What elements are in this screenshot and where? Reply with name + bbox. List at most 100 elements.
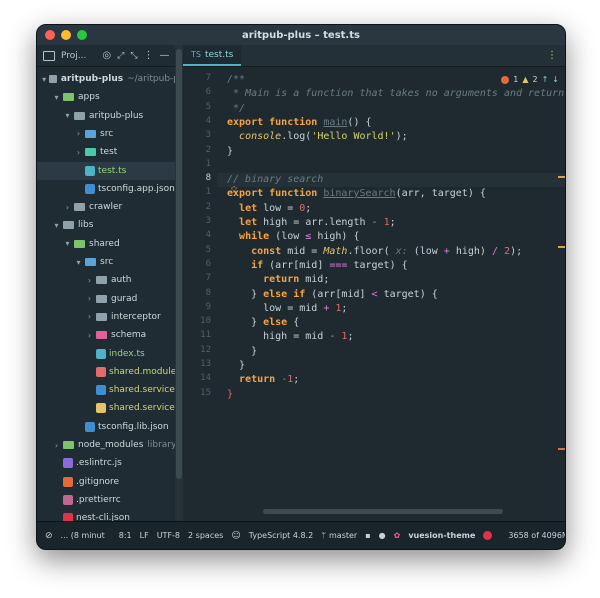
code-line[interactable]: const mid = Math.floor( x: (low + high) … [227,245,522,259]
code-line[interactable]: let low = 0; [227,202,311,216]
collapse-icon[interactable]: ⤡ [130,51,137,61]
warning-mark[interactable] [558,246,565,248]
tab-test-ts[interactable]: TS test.ts [183,45,242,66]
chevron-right-icon[interactable]: › [52,441,61,450]
line-number[interactable]: 3 [187,130,211,140]
project-scrollbar-thumb[interactable] [176,49,182,479]
code-line[interactable]: /** [227,73,245,87]
line-number[interactable]: 2 [187,202,211,212]
memory-indicator[interactable]: 3658 of 4096M [508,531,565,540]
code-line[interactable]: } [227,388,233,402]
line-number[interactable]: 4 [187,116,211,126]
warning-mark[interactable] [558,176,565,178]
code-line[interactable]: if (arr[mid] === target) { [227,259,408,273]
code-line[interactable]: low = mid + 1; [227,302,347,316]
chevron-right-icon[interactable]: › [85,331,94,340]
plugin-icon[interactable]: ✿ [394,531,401,540]
inspection-widget[interactable]: 1 ▲ 2 ↑ ↓ [501,75,559,84]
code-line[interactable]: export function binarySearch(arr, target… [227,187,486,201]
git-branch[interactable]: master [329,531,357,540]
line-number[interactable]: 3 [187,216,211,226]
line-number[interactable]: 5 [187,102,211,112]
line-number[interactable]: 5 [187,245,211,255]
tree-folder[interactable]: ▾ apps [37,88,190,106]
chevron-down-icon[interactable]: ▾ [74,258,83,267]
line-number[interactable]: 15 [187,388,211,398]
code-line[interactable]: return mid; [227,273,329,287]
close-window-button[interactable] [45,30,55,40]
chevron-right-icon[interactable]: › [74,129,83,138]
error-stripe[interactable] [557,86,565,542]
code-line[interactable]: let high = arr.length - 1; [227,216,396,230]
chevron-right-icon[interactable]: › [85,312,94,321]
tab-options-icon[interactable]: ⋮ [547,50,557,61]
line-number[interactable]: 1 [187,187,211,197]
code-line[interactable]: console.log('Hello World!'); [227,130,408,144]
chevron-down-icon[interactable]: ▾ [41,75,47,84]
line-number[interactable]: 13 [187,359,211,369]
code-line[interactable]: high = mid - 1; [227,330,353,344]
error-mark[interactable] [558,448,565,450]
tree-file[interactable]: .eslintrc.js [37,454,190,472]
code-line[interactable]: // binary search [227,173,323,187]
no-notifications-icon[interactable]: ⊘ [45,531,53,541]
bell-icon[interactable]: ● [379,531,386,540]
line-number[interactable]: 11 [187,330,211,340]
language-service[interactable]: TypeScript 4.8.2 [249,531,313,540]
code-line[interactable]: } else { [227,316,299,330]
code-line[interactable]: } [227,359,245,373]
code-line[interactable]: } [227,145,233,159]
target-icon[interactable]: ◎ [102,50,111,61]
copilot-icon[interactable]: ☺ [231,531,240,541]
more-options-icon[interactable]: ⋮ [144,50,154,61]
chevron-right-icon[interactable]: › [63,203,72,212]
line-number[interactable]: 9 [187,302,211,312]
code-line[interactable]: export function main() { [227,116,372,130]
code-line[interactable]: return -1; [227,373,299,387]
line-number[interactable]: 7 [187,273,211,283]
line-number[interactable]: 12 [187,345,211,355]
indent-setting[interactable]: 2 spaces [188,531,223,540]
code-line[interactable]: } [227,345,257,359]
minimize-window-button[interactable] [61,30,71,40]
line-number[interactable]: 8 [187,173,211,183]
line-number[interactable]: 1 [187,159,211,169]
chevron-right-icon[interactable]: › [85,276,94,285]
horizontal-scrollbar[interactable] [263,509,503,514]
chevron-down-icon[interactable]: ▾ [52,93,61,102]
zoom-window-button[interactable] [77,30,87,40]
code-line[interactable]: */ [227,102,245,116]
line-number[interactable]: 2 [187,145,211,155]
chevron-down-icon[interactable]: ▾ [63,239,72,248]
chevron-right-icon[interactable]: › [85,294,94,303]
code-line[interactable]: * Main is a function that takes no argum… [227,87,565,101]
line-ending[interactable]: LF [140,531,149,540]
line-number[interactable]: 8 [187,288,211,298]
project-view-label[interactable]: Proj... [61,51,86,61]
tree-file[interactable]: .prettierrc [37,491,190,509]
theme-name[interactable]: vuesion-theme [408,531,475,540]
lock-icon[interactable]: ▪ [365,531,370,540]
project-scrollbar[interactable] [175,45,183,522]
line-number[interactable]: 4 [187,230,211,240]
code-line[interactable]: } else if (arr[mid] < target) { [227,288,438,302]
code-area[interactable]: /** * Main is a function that takes no a… [227,67,565,522]
expand-icon[interactable]: ⤢ [117,51,124,61]
chevron-right-icon[interactable]: › [74,148,83,157]
chevron-down-icon[interactable]: ▾ [52,221,61,230]
code-line[interactable]: while (low ≤ high) { [227,230,359,244]
lightbulb-icon[interactable]: 💡︎ [231,186,237,196]
next-problem-icon[interactable]: ↓ [552,75,559,84]
line-number[interactable]: 6 [187,87,211,97]
line-number[interactable]: 14 [187,373,211,383]
hide-panel-icon[interactable]: — [160,50,170,61]
line-number[interactable]: 6 [187,259,211,269]
file-encoding[interactable]: UTF-8 [157,531,180,540]
chevron-down-icon[interactable]: ▾ [63,111,72,120]
line-number[interactable]: 10 [187,316,211,326]
tree-folder[interactable]: ▾ aritpub-plus ~/aritpub-p [37,70,179,88]
background-task[interactable]: ... (8 minut [61,531,105,540]
tree-file[interactable]: .gitignore [37,473,190,491]
folder-icon[interactable] [43,50,55,61]
previous-problem-icon[interactable]: ↑ [542,75,549,84]
